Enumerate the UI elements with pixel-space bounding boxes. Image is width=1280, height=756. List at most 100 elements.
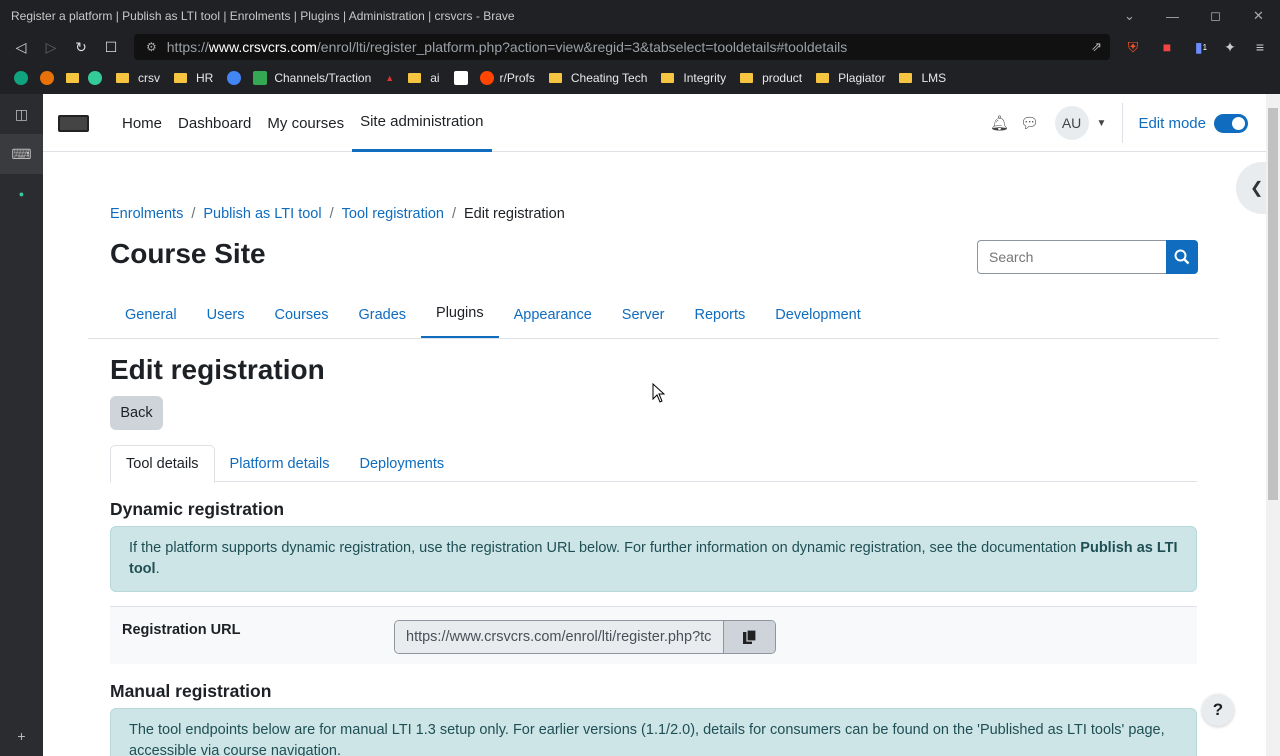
sidebar-status-icon[interactable]: ● bbox=[0, 174, 43, 214]
breadcrumb: Enrolments / Publish as LTI tool / Tool re… bbox=[110, 206, 565, 222]
breadcrumb-tool-registration[interactable]: Tool registration bbox=[342, 206, 444, 222]
person-bookmark-icon[interactable] bbox=[88, 71, 102, 85]
tab-deployments[interactable]: Deployments bbox=[344, 445, 459, 482]
extensions-puzzle-icon[interactable]: ✦ bbox=[1215, 32, 1245, 62]
search-button[interactable] bbox=[1166, 240, 1198, 274]
reload-icon[interactable]: ↻ bbox=[66, 32, 96, 62]
close-icon[interactable]: ✕ bbox=[1237, 0, 1280, 32]
secnav-courses[interactable]: Courses bbox=[259, 290, 343, 339]
google-drive-icon[interactable] bbox=[227, 71, 242, 85]
secnav-server[interactable]: Server bbox=[607, 290, 680, 339]
nav-site-administration[interactable]: Site administration bbox=[352, 94, 492, 152]
mouse-cursor-icon bbox=[652, 383, 665, 403]
folder-icon bbox=[408, 73, 422, 83]
sidebar-toggle-icon[interactable]: ◫ bbox=[0, 94, 43, 134]
bookmark-label: crsv bbox=[138, 71, 160, 85]
secnav-divider bbox=[88, 338, 1219, 339]
registration-tabs: Tool details Platform details Deployment… bbox=[110, 445, 1197, 483]
moodle-page: Home Dashboard My courses Site administr… bbox=[43, 94, 1280, 756]
reddit-icon bbox=[479, 71, 494, 85]
secnav-general[interactable]: General bbox=[110, 290, 192, 339]
bookmark-crsv[interactable]: crsv bbox=[116, 71, 160, 85]
page-heading: Edit registration bbox=[110, 354, 325, 385]
messages-icon[interactable]: 💬︎ bbox=[1015, 114, 1045, 132]
browser-sidebar: ◫ ⌨ ● + bbox=[0, 94, 43, 756]
bookmark-label: product bbox=[762, 71, 803, 85]
bookmark-rprofs[interactable]: r/Profs bbox=[479, 71, 535, 85]
tab-platform-details[interactable]: Platform details bbox=[215, 445, 345, 482]
forward-arrow-icon[interactable]: ▷ bbox=[36, 32, 66, 62]
breadcrumb-separator: / bbox=[191, 206, 196, 222]
back-arrow-icon[interactable]: ◁ bbox=[6, 32, 36, 62]
bookmark-product[interactable]: product bbox=[740, 71, 802, 85]
help-button[interactable]: ? bbox=[1202, 694, 1234, 726]
nav-dashboard[interactable]: Dashboard bbox=[170, 94, 259, 152]
bookmark-icon[interactable]: ☐ bbox=[96, 32, 126, 62]
breadcrumb-separator: / bbox=[451, 206, 457, 222]
breadcrumb-publish-lti[interactable]: Publish as LTI tool bbox=[203, 206, 321, 222]
hubspot-bookmark-icon[interactable] bbox=[40, 71, 54, 85]
site-title: Course Site bbox=[110, 238, 266, 269]
back-button[interactable]: Back bbox=[110, 396, 163, 430]
address-bar[interactable]: ⚙ https://www.crsvcrs.com/enrol/lti/regi… bbox=[134, 34, 1110, 60]
user-avatar[interactable]: AU bbox=[1054, 106, 1089, 140]
registration-url-field: https://www.crsvcrs.com/enrol/lti/regist… bbox=[394, 620, 776, 654]
nav-my-courses[interactable]: My courses bbox=[259, 94, 352, 152]
divider bbox=[1122, 103, 1124, 143]
secnav-users[interactable]: Users bbox=[192, 290, 260, 339]
sidebar-add-icon[interactable]: + bbox=[0, 716, 43, 756]
clipboard-icon bbox=[743, 629, 757, 644]
secnav-plugins[interactable]: Plugins bbox=[421, 290, 499, 339]
window-title: Register a platform | Publish as LTI too… bbox=[11, 9, 515, 23]
bookmark-ai[interactable]: ai bbox=[408, 71, 440, 85]
chatgpt-bookmark-icon[interactable] bbox=[14, 71, 28, 85]
secnav-reports[interactable]: Reports bbox=[680, 290, 761, 339]
secnav-grades[interactable]: Grades bbox=[343, 290, 421, 339]
folder-icon bbox=[740, 73, 754, 83]
bookmark-label: r/Profs bbox=[499, 71, 535, 85]
minimize-icon[interactable]: — bbox=[1151, 0, 1194, 32]
browser-toolbar: ◁ ▷ ↻ ☐ ⚙ https://www.crsvcrs.com/enrol/… bbox=[0, 32, 1280, 62]
search-input[interactable] bbox=[977, 240, 1166, 274]
bookmark-integrity[interactable]: Integrity bbox=[661, 71, 726, 85]
red-logo-icon[interactable]: ▲ bbox=[385, 73, 394, 83]
breadcrumb-separator: / bbox=[329, 206, 334, 222]
nav-home[interactable]: Home bbox=[114, 94, 170, 152]
copy-to-clipboard-button[interactable] bbox=[723, 621, 775, 653]
tab-tool-details[interactable]: Tool details bbox=[110, 445, 215, 483]
site-logo[interactable] bbox=[58, 115, 89, 132]
bookmark-channels-traction[interactable]: Channels/Traction bbox=[253, 71, 371, 85]
share-icon[interactable]: ⇗ bbox=[1091, 39, 1102, 55]
brave-shield-icon[interactable]: ⛨ bbox=[1118, 32, 1148, 62]
bookmark-label: HR bbox=[196, 71, 214, 85]
secnav-development[interactable]: Development bbox=[760, 290, 875, 339]
breadcrumb-enrolments[interactable]: Enrolments bbox=[110, 206, 183, 222]
notifications-bell-icon[interactable]: 🔔︎ bbox=[985, 114, 1015, 132]
sidebar-keyboard-icon[interactable]: ⌨ bbox=[0, 134, 43, 174]
menu-icon[interactable]: ≡ bbox=[1245, 32, 1275, 62]
pencil-bookmark-icon[interactable] bbox=[453, 71, 468, 85]
edit-mode-toggle[interactable] bbox=[1214, 113, 1248, 133]
extension-badge: 1 bbox=[1202, 42, 1208, 52]
extension-bitwarden-icon[interactable]: ▮ 1 bbox=[1186, 32, 1216, 62]
user-menu-chevron-down-icon[interactable]: ▼ bbox=[1097, 118, 1107, 129]
registration-url-value[interactable]: https://www.crsvcrs.com/enrol/lti/regist… bbox=[395, 621, 723, 653]
bookmarks-bar: crsv HR Channels/Traction ▲ ai r/Profs C… bbox=[0, 62, 1280, 94]
bookmark-label: Plagiator bbox=[838, 71, 886, 85]
scrollbar-thumb[interactable] bbox=[1268, 108, 1278, 500]
extension-palette-icon[interactable]: ■ bbox=[1152, 32, 1182, 62]
bookmark-cheating-tech[interactable]: Cheating Tech bbox=[548, 71, 648, 85]
maximize-icon[interactable]: ◻ bbox=[1194, 0, 1237, 32]
url-prefix: https:// bbox=[166, 39, 209, 55]
folder-icon[interactable] bbox=[66, 73, 79, 83]
bookmark-hr[interactable]: HR bbox=[174, 71, 213, 85]
edit-mode-label: Edit mode bbox=[1138, 114, 1206, 132]
tab-search-chevron-icon[interactable]: ⌄ bbox=[1108, 0, 1151, 32]
secnav-appearance[interactable]: Appearance bbox=[499, 290, 607, 339]
bookmark-plagiator[interactable]: Plagiator bbox=[816, 71, 885, 85]
bookmark-lms[interactable]: LMS bbox=[899, 71, 946, 85]
search-icon bbox=[1174, 249, 1190, 265]
site-settings-icon[interactable]: ⚙ bbox=[146, 40, 157, 54]
page-scrollbar[interactable] bbox=[1266, 94, 1280, 756]
bookmark-label: Cheating Tech bbox=[570, 71, 648, 85]
